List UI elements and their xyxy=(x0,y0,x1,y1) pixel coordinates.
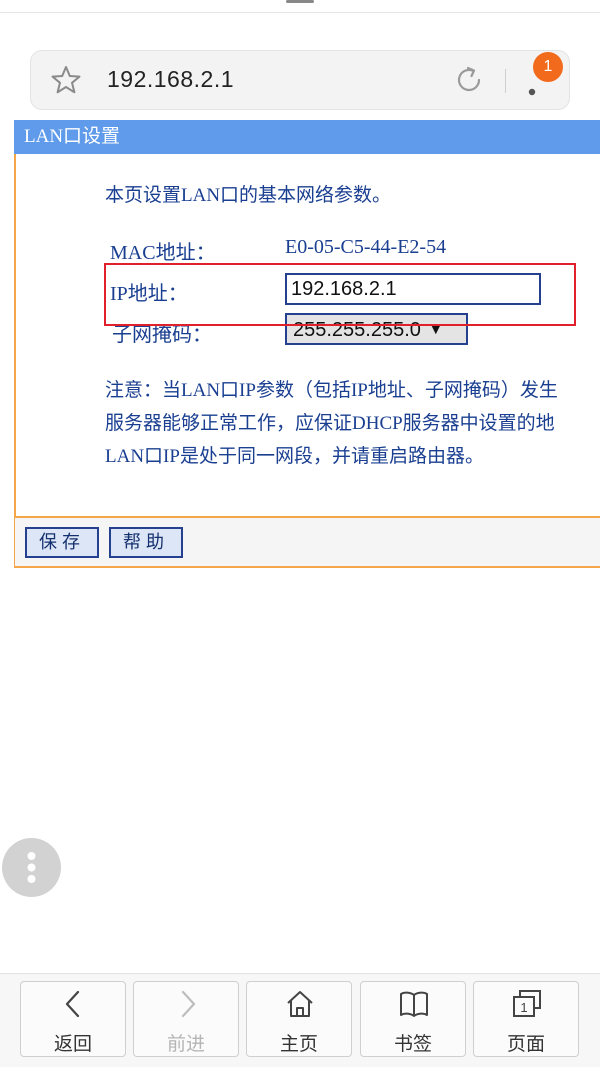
note-line-1: 注意：当LAN口IP参数（包括IP地址、子网掩码）发生 xyxy=(105,380,558,401)
bookmark-icon xyxy=(400,991,428,1017)
address-bar[interactable]: 192.168.2.1 xyxy=(30,50,570,110)
home-button[interactable]: 主页 xyxy=(246,981,352,1057)
ip-address-input[interactable]: 192.168.2.1 xyxy=(285,273,541,305)
ip-label: IP地址： xyxy=(110,283,188,305)
forward-label: 前进 xyxy=(166,1034,205,1055)
notification-badge[interactable]: 1 xyxy=(533,52,563,82)
subnet-mask-label: 子网掩码： xyxy=(112,324,212,346)
home-icon xyxy=(287,991,313,1017)
star-icon[interactable] xyxy=(51,65,81,95)
bookmarks-label: 书签 xyxy=(393,1034,432,1055)
address-bar-divider xyxy=(505,69,506,93)
subnet-mask-value: 255.255.255.0 xyxy=(293,319,421,341)
pages-count: 1 xyxy=(520,1000,527,1015)
status-bar-handle xyxy=(286,0,314,3)
mac-label: MAC地址： xyxy=(110,242,216,264)
pages-label: 页面 xyxy=(506,1034,545,1055)
save-button[interactable]: 保存 xyxy=(25,527,99,558)
status-divider xyxy=(0,12,600,13)
more-vert-icon xyxy=(27,852,36,883)
subnet-mask-select[interactable]: 255.255.255.0 ▼ xyxy=(285,313,468,345)
pages-button[interactable]: 1 页面 xyxy=(473,981,579,1057)
url-text[interactable]: 192.168.2.1 xyxy=(107,66,234,93)
page-title: LAN口设置 xyxy=(14,120,600,154)
back-label: 返回 xyxy=(53,1034,92,1055)
back-button[interactable]: 返回 xyxy=(20,981,126,1057)
floating-menu-button[interactable] xyxy=(2,838,61,897)
dropdown-arrow-icon: ▼ xyxy=(428,321,443,337)
mac-value: E0-05-C5-44-E2-54 xyxy=(285,236,447,258)
forward-button[interactable]: 前进 xyxy=(133,981,239,1057)
page-intro: 本页设置LAN口的基本网络参数。 xyxy=(105,185,392,206)
button-bar xyxy=(14,518,600,568)
back-icon xyxy=(65,990,80,1018)
note-line-3: LAN口IP是处于同一网段，并请重启路由器。 xyxy=(105,446,484,467)
pages-icon: 1 xyxy=(513,990,541,1017)
home-label: 主页 xyxy=(279,1034,318,1055)
note-line-2: 服务器能够正常工作，应保证DHCP服务器中设置的地 xyxy=(105,413,555,434)
refresh-icon[interactable] xyxy=(453,64,485,96)
bookmarks-button[interactable]: 书签 xyxy=(360,981,466,1057)
help-button[interactable]: 帮助 xyxy=(109,527,183,558)
forward-icon xyxy=(181,990,196,1018)
